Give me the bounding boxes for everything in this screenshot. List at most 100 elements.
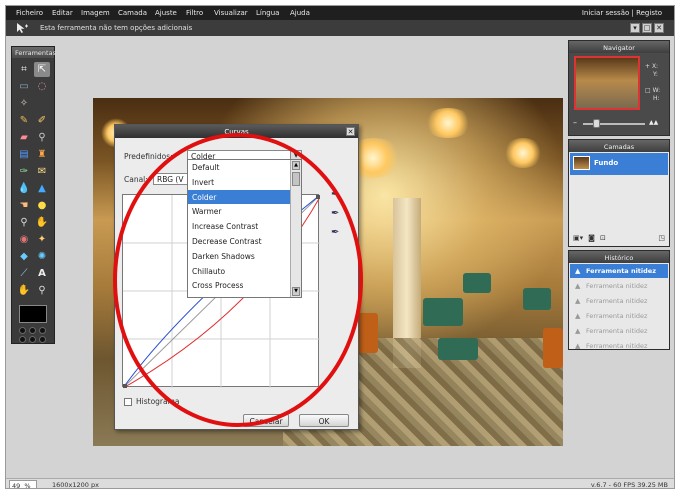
sharpen-icon[interactable]: ▲	[34, 181, 50, 196]
scroll-up-icon[interactable]: ▲	[292, 161, 300, 170]
close-icon[interactable]: ✕	[654, 23, 664, 33]
move-icon[interactable]: ⇱	[34, 62, 50, 77]
tools-grid: ⌗ ⇱ ▭ ◌ ✧ ✎ ✐ ▰ ⚲ ▤ ♜ ✑ ✉ 💧 ▲ ☚ ● ⚲ ✋ ◉ …	[16, 62, 52, 300]
replace-color-icon[interactable]: ✑	[16, 164, 32, 179]
tool-options-message: Esta ferramenta não tem opções adicionai…	[40, 24, 193, 32]
layer-mask-icon[interactable]: ◙	[588, 234, 595, 242]
spot-heal-icon[interactable]: ✺	[34, 249, 50, 264]
dodge-icon[interactable]: ⚲	[16, 215, 32, 230]
history-item[interactable]: ▲ Ferramenta nitidez	[570, 309, 668, 323]
sponge-icon[interactable]: ●	[34, 198, 50, 213]
curve-top-handle	[316, 195, 320, 199]
scroll-down-icon[interactable]: ▼	[292, 287, 300, 296]
menu-visualizar[interactable]: Visualizar	[214, 9, 248, 17]
stamp-icon[interactable]: ⚲	[34, 130, 50, 145]
preset-option-invert[interactable]: Invert	[188, 175, 301, 190]
black-eyedropper-icon[interactable]: ✒	[331, 189, 339, 200]
zoom-in-icon[interactable]: ▲▲	[649, 119, 658, 126]
preset-dropdown-list[interactable]: Default Invert Colder Warmer Increase Co…	[187, 159, 302, 298]
new-folder-icon[interactable]: ⊡	[600, 234, 606, 242]
gray-eyedropper-icon[interactable]: ✒	[331, 208, 339, 219]
preset-option-darken-shadows[interactable]: Darken Shadows	[188, 249, 301, 264]
drop-icon[interactable]: ✉	[34, 164, 50, 179]
preset-option-decrease-contrast[interactable]: Decrease Contrast	[188, 234, 301, 249]
histogram-option[interactable]: Histograma	[124, 397, 180, 406]
preset-option-increase-contrast[interactable]: Increase Contrast	[188, 219, 301, 234]
crop-icon[interactable]: ⌗	[16, 62, 32, 77]
history-item[interactable]: ▲ Ferramenta nitidez	[570, 339, 668, 353]
color-swatch[interactable]	[19, 305, 47, 323]
navigator-thumbnail[interactable]	[574, 56, 640, 110]
gradient-icon[interactable]: ▤	[16, 147, 32, 162]
menu-filtro[interactable]: Filtro	[186, 9, 203, 17]
preset-option-chillauto[interactable]: Chillauto	[188, 264, 301, 279]
history-title: Histórico	[569, 251, 669, 263]
history-panel: Histórico ▲ Ferramenta nitidez ▲ Ferrament…	[568, 250, 670, 350]
navigator-w: □ W:	[645, 87, 661, 94]
preset-option-warmer[interactable]: Warmer	[188, 204, 301, 219]
pinch-icon[interactable]: ◆	[16, 249, 32, 264]
hand-icon[interactable]: ✋	[16, 283, 32, 298]
lasso-icon[interactable]: ◌	[34, 79, 50, 94]
history-item-label: Ferramenta nitidez	[586, 297, 648, 305]
history-item-label: Ferramenta nitidez	[586, 312, 648, 320]
bloat-icon[interactable]: ✦	[34, 232, 50, 247]
minimize-icon[interactable]: ▾	[630, 23, 640, 33]
history-item[interactable]: ▲ Ferramenta nitidez	[570, 264, 668, 278]
blur-drop-icon[interactable]: 💧	[16, 181, 32, 196]
burn-icon[interactable]: ✋	[34, 215, 50, 230]
dropdown-scrollbar[interactable]: ▲ ▼	[290, 160, 301, 297]
menu-imagem[interactable]: Imagem	[81, 9, 110, 17]
scroll-thumb[interactable]	[292, 172, 300, 186]
cancel-button[interactable]: Cancelar	[243, 414, 289, 427]
image-dimensions: 1600x1200 px	[52, 481, 99, 489]
layer-properties-icon[interactable]: ▣▾	[573, 234, 583, 242]
history-item-label: Ferramenta nitidez	[586, 342, 648, 350]
zoom-icon[interactable]: ⚲	[34, 283, 50, 298]
menu-camada[interactable]: Camada	[118, 9, 147, 17]
zoom-knob[interactable]	[593, 119, 600, 128]
maximize-icon[interactable]: □	[642, 23, 652, 33]
smudge-icon[interactable]: ☚	[16, 198, 32, 213]
white-eyedropper-icon[interactable]: ✒	[331, 227, 339, 238]
new-layer-icon[interactable]: ◳	[658, 234, 665, 242]
layer-row[interactable]: Fundo	[570, 153, 668, 175]
close-icon[interactable]: ✕	[346, 127, 355, 136]
sharpen-icon: ▲	[575, 282, 581, 290]
text-icon[interactable]: A	[34, 266, 50, 281]
menu-editar[interactable]: Editar	[52, 9, 73, 17]
navigator-w-label: W:	[652, 87, 661, 94]
picker-icon[interactable]: ⟋	[16, 266, 32, 281]
navigator-panel: Navigator + X: Y: □ W: H: – ▲▲	[568, 40, 670, 136]
sharpen-icon: ▲	[575, 327, 581, 335]
zoom-field[interactable]: 49 %	[9, 480, 37, 488]
sharpen-icon: ▲	[575, 342, 581, 350]
zoom-out-icon[interactable]: –	[573, 118, 577, 127]
eraser-icon[interactable]: ▰	[16, 130, 32, 145]
menu-ajuste[interactable]: Ajuste	[155, 9, 177, 17]
curves-dialog-title: Curvas ✕	[115, 125, 358, 138]
brush-icon[interactable]: ✐	[34, 113, 50, 128]
preset-option-default[interactable]: Default	[188, 160, 301, 175]
preset-option-cross-process[interactable]: Cross Process	[188, 278, 301, 293]
wand-icon[interactable]: ✧	[16, 96, 32, 111]
histogram-checkbox[interactable]	[124, 397, 132, 406]
history-item[interactable]: ▲ Ferramenta nitidez	[570, 294, 668, 308]
channel-label: Canal:	[124, 175, 148, 184]
color-palette[interactable]	[19, 327, 49, 343]
history-item[interactable]: ▲ Ferramenta nitidez	[570, 324, 668, 338]
menu-ficheiro[interactable]: Ficheiro	[16, 9, 43, 17]
preset-option-colder[interactable]: Colder	[188, 189, 301, 205]
red-eye-icon[interactable]: ◉	[16, 232, 32, 247]
histogram-label: Histograma	[136, 397, 180, 406]
menu-lingua[interactable]: Língua	[256, 9, 279, 17]
marquee-icon[interactable]: ▭	[16, 79, 32, 94]
history-item[interactable]: ▲ Ferramenta nitidez	[570, 279, 668, 293]
login-register-links[interactable]: Iniciar sessão | Registo	[582, 9, 662, 17]
bucket-icon[interactable]: ♜	[34, 147, 50, 162]
ok-button[interactable]: OK	[299, 414, 349, 427]
navigator-zoom-slider[interactable]: – ▲▲	[573, 118, 667, 129]
menu-ajuda[interactable]: Ajuda	[290, 9, 310, 17]
performance-info: v.6.7 - 60 FPS 39.25 MB	[590, 481, 668, 489]
pencil-icon[interactable]: ✎	[16, 113, 32, 128]
